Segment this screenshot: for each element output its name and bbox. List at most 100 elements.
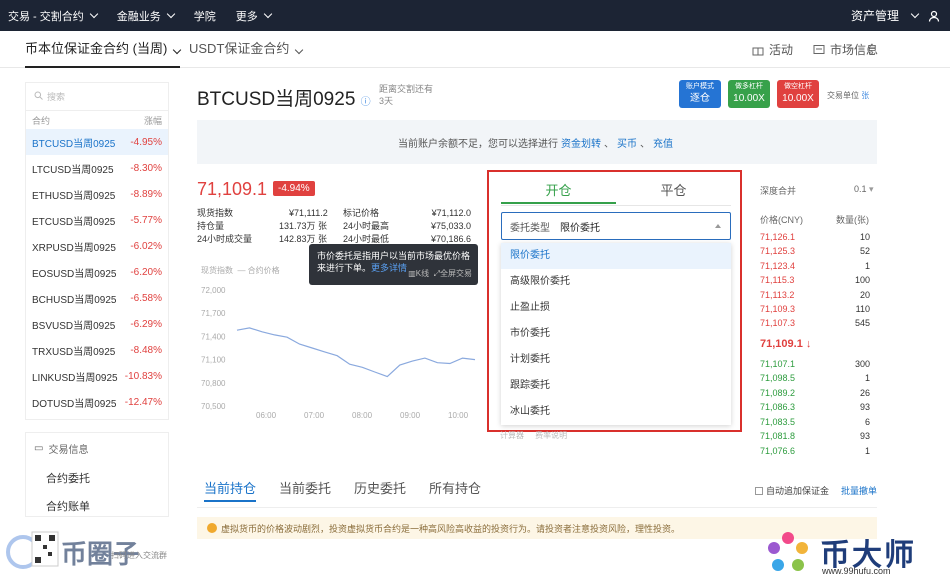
col-change[interactable]: 涨幅 xyxy=(144,114,162,127)
bid-price: 71,098.5 xyxy=(760,373,796,384)
nav-trade[interactable]: 交易 - 交割合约 xyxy=(8,8,99,24)
order-type-option[interactable]: 跟踪委托 xyxy=(501,373,731,399)
ask-row[interactable]: 71,107.3 545 xyxy=(760,318,870,332)
chevron-down-icon xyxy=(166,9,176,19)
risk-warning-text: 虚拟货币的价格波动剧烈，投资虚拟货币合约是一种高风险高收益的投资行为。请投资者注… xyxy=(221,523,681,534)
contract-name: EOSUSD当周0925 xyxy=(32,268,117,280)
bid-row[interactable]: 71,076.6 1 xyxy=(760,446,870,460)
order-type-option[interactable]: 市价委托 xyxy=(501,321,731,347)
sub-nav: 币本位保证金合约 (当周) USDT保证金合约 活动 市场信息 ☾ xyxy=(0,31,950,68)
contract-change: -8.48% xyxy=(130,344,162,356)
activity-link[interactable]: 活动 xyxy=(752,41,793,58)
sidebar-contract-item[interactable]: DOTUSD当周0925 -12.47% xyxy=(26,389,168,415)
bid-qty: 1 xyxy=(864,445,870,456)
bid-row[interactable]: 71,081.8 93 xyxy=(760,431,870,445)
bid-qty: 93 xyxy=(859,431,870,442)
order-type-value: 限价委托 xyxy=(560,222,600,234)
price-chart[interactable]: 72,000 71,700 71,400 71,100 70,800 70,500 06:0… xyxy=(197,282,482,422)
expiry-info: 距离交割还有 3天 xyxy=(379,83,433,107)
order-type-label: 委托类型 xyxy=(510,222,550,234)
tab-current-positions[interactable]: 当前持仓 xyxy=(204,478,257,502)
order-tabs: 开仓 平仓 xyxy=(501,180,731,204)
tooltip-fullscreen[interactable]: 全屏交易 xyxy=(440,269,472,278)
ask-qty: 52 xyxy=(859,246,870,257)
bid-row[interactable]: 71,089.2 26 xyxy=(760,388,870,402)
sidebar-contract-item[interactable]: EOSUSD当周0925 -6.20% xyxy=(26,259,168,285)
asset-management-link[interactable]: 资产管理 xyxy=(851,7,899,24)
info-icon[interactable]: ⓘ xyxy=(361,97,371,108)
bid-price: 71,086.3 xyxy=(760,402,796,413)
bid-row[interactable]: 71,098.5 1 xyxy=(760,373,870,387)
nav-more[interactable]: 更多 xyxy=(236,8,273,24)
ask-price: 71,107.3 xyxy=(760,318,796,329)
tooltip-kline[interactable]: K线 xyxy=(416,269,429,278)
sidebar-contract-item[interactable]: BCHUSD当周0925 -6.58% xyxy=(26,285,168,311)
balance-notice: 当前账户余额不足，您可以选择进行 资金划转、 买币、 充值 xyxy=(197,120,877,164)
link-contract-bills[interactable]: 合约账单 xyxy=(26,492,168,520)
trade-unit-value[interactable]: 张 xyxy=(861,91,869,100)
user-icon[interactable] xyxy=(928,10,940,22)
fee-link[interactable]: 费率说明 xyxy=(535,431,567,440)
sidebar-contract-item[interactable]: TRXUSD当周0925 -8.48% xyxy=(26,337,168,363)
bid-price: 71,076.6 xyxy=(760,445,796,456)
ask-row[interactable]: 71,109.3 110 xyxy=(760,304,870,318)
short-leverage-button[interactable]: 做空杠杆 10.00X xyxy=(777,80,819,108)
tab-open-position[interactable]: 开仓 xyxy=(501,180,616,204)
tab-current-orders[interactable]: 当前委托 xyxy=(279,478,331,500)
nav-finance[interactable]: 金融业务 xyxy=(117,8,176,24)
buy-coin-link[interactable]: 买币 xyxy=(617,135,637,150)
sidebar-contract-item[interactable]: LINKUSD当周0925 -10.83% xyxy=(26,363,168,389)
depth-merge-select[interactable]: 0.1 ▾ xyxy=(854,184,874,195)
legend-contract-price[interactable]: 合约价格 xyxy=(248,266,280,275)
ask-price: 71,125.3 xyxy=(760,246,796,257)
search-input[interactable]: 搜索 xyxy=(26,83,168,111)
ask-row[interactable]: 71,123.4 1 xyxy=(760,261,870,275)
sidebar-contract-item[interactable]: ETCUSD当周0925 -5.77% xyxy=(26,207,168,233)
tab-coin-margined[interactable]: 币本位保证金合约 (当周) xyxy=(25,31,182,68)
tab-all-positions[interactable]: 所有持仓 xyxy=(429,478,481,500)
tab-divider xyxy=(501,205,731,206)
ask-row[interactable]: 71,126.1 10 xyxy=(760,232,870,246)
dark-mode-icon[interactable]: ☾ xyxy=(866,42,878,58)
bid-row[interactable]: 71,086.3 93 xyxy=(760,402,870,416)
tab-usdt-margined[interactable]: USDT保证金合约 xyxy=(189,31,304,68)
order-type-option[interactable]: 高级限价委托 xyxy=(501,269,731,295)
link-contract-orders[interactable]: 合约委托 xyxy=(26,464,168,492)
legend-spot-index[interactable]: 现货指数 xyxy=(201,266,233,275)
gift-icon xyxy=(752,44,764,56)
order-panel: 开仓 平仓 委托类型 限价委托 限价委托 高级限价委托 止盈止损 市价委托 计划委托 跟踪… xyxy=(487,170,742,432)
sidebar-contract-item[interactable]: BSVUSD当周0925 -6.29% xyxy=(26,311,168,337)
ask-price: 71,123.4 xyxy=(760,260,796,271)
ask-row[interactable]: 71,125.3 52 xyxy=(760,246,870,260)
order-type-option[interactable]: 限价委托 xyxy=(501,243,731,269)
watermark-left: 币圈子 扫码进入交流群 xyxy=(5,520,185,578)
deposit-link[interactable]: 充值 xyxy=(653,135,673,150)
tab-close-position[interactable]: 平仓 xyxy=(616,180,731,204)
bid-row[interactable]: 71,083.5 6 xyxy=(760,417,870,431)
sidebar-contract-item[interactable]: BTCUSD当周0925 -4.95% xyxy=(26,129,168,155)
calculator-link[interactable]: 计算器 xyxy=(500,431,524,440)
bulk-cancel-link[interactable]: 批量撤单 xyxy=(841,484,877,497)
order-type-option[interactable]: 计划委托 xyxy=(501,347,731,373)
contract-change: -8.30% xyxy=(130,162,162,174)
contract-change: -10.83% xyxy=(124,370,162,382)
tab-history-orders[interactable]: 历史委托 xyxy=(354,478,406,500)
auto-margin-checkbox[interactable]: 自动追加保证金 xyxy=(755,484,829,497)
account-mode-button[interactable]: 账户模式 逐仓 xyxy=(679,80,721,108)
stat-value: ¥71,112.0 xyxy=(431,208,471,218)
order-type-option[interactable]: 止盈止损 xyxy=(501,295,731,321)
bid-row[interactable]: 71,107.1 300 xyxy=(760,359,870,373)
order-type-option[interactable]: 冰山委托 xyxy=(501,399,731,425)
sidebar-contract-item[interactable]: XRPUSD当周0925 -6.02% xyxy=(26,233,168,259)
ask-row[interactable]: 71,113.2 20 xyxy=(760,290,870,304)
long-leverage-button[interactable]: 做多杠杆 10.00X xyxy=(728,80,770,108)
short-leverage-label: 做空杠杆 xyxy=(784,83,812,90)
order-type-select[interactable]: 委托类型 限价委托 xyxy=(501,212,731,240)
nav-academy[interactable]: 学院 xyxy=(194,8,216,24)
sidebar-contract-item[interactable]: LTCUSD当周0925 -8.30% xyxy=(26,155,168,181)
sidebar-contract-item[interactable]: ETHUSD当周0925 -8.89% xyxy=(26,181,168,207)
tooltip-more-link[interactable]: 更多详情 xyxy=(371,263,407,273)
contract-name: DOTUSD当周0925 xyxy=(32,398,117,410)
transfer-link[interactable]: 资金划转 xyxy=(561,135,601,150)
ask-row[interactable]: 71,115.3 100 xyxy=(760,275,870,289)
